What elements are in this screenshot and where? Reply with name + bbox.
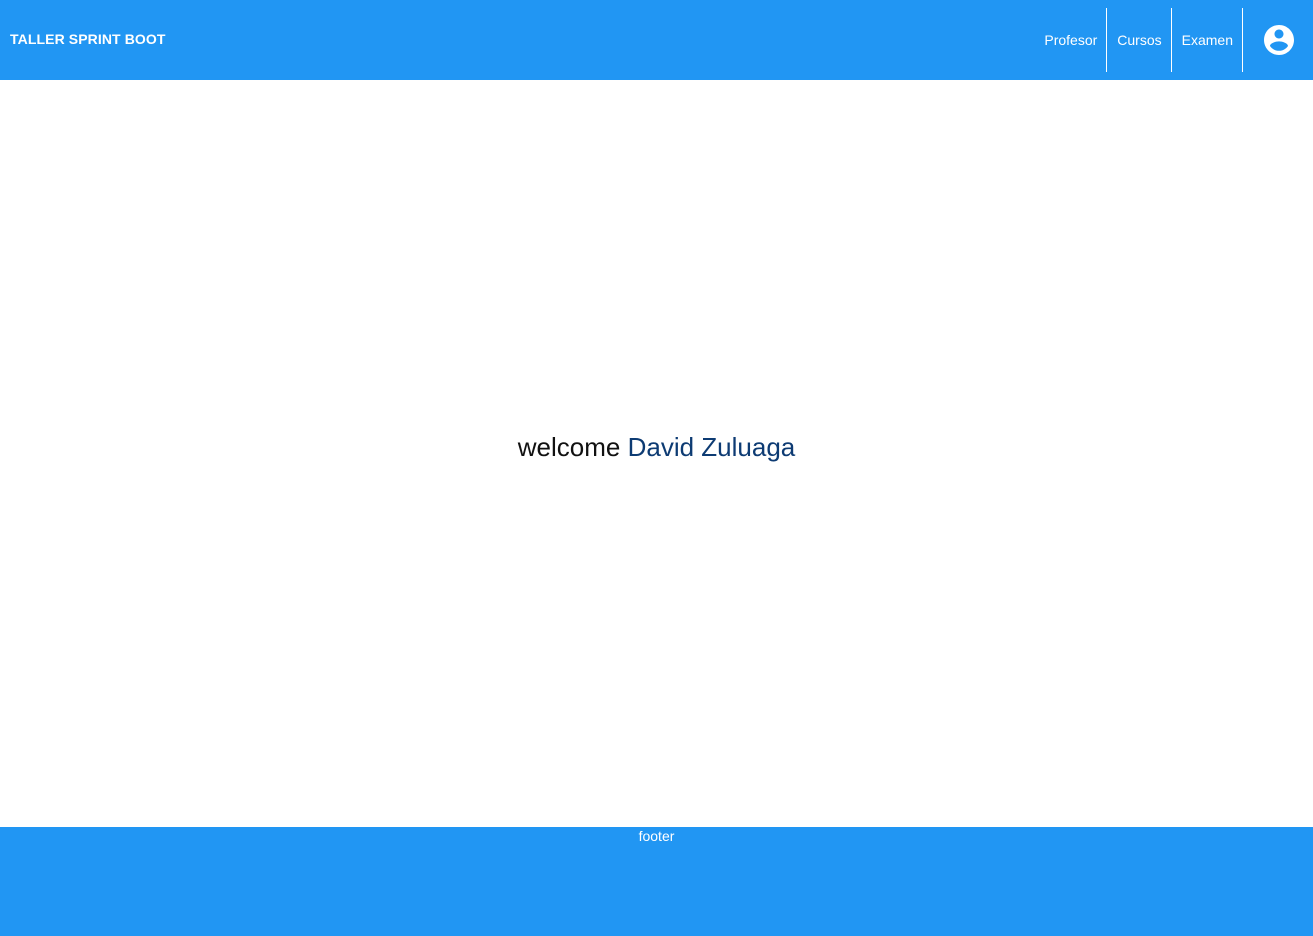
- nav-cursos[interactable]: Cursos: [1106, 8, 1170, 72]
- top-app-bar: TALLER SPRINT BOOT Profesor Cursos Exame…: [0, 0, 1313, 80]
- nav-examen[interactable]: Examen: [1170, 8, 1242, 72]
- page: TALLER SPRINT BOOT Profesor Cursos Exame…: [0, 0, 1313, 936]
- main-nav: Profesor Cursos Examen: [1034, 8, 1313, 72]
- nav-profesor[interactable]: Profesor: [1034, 8, 1106, 72]
- welcome-message: welcome David Zuluaga: [0, 432, 1313, 462]
- account-circle-icon: [1264, 25, 1294, 55]
- main-content: welcome David Zuluaga: [0, 80, 1313, 827]
- user-name: David Zuluaga: [627, 432, 796, 462]
- footer-text: footer: [638, 828, 675, 844]
- app-title: TALLER SPRINT BOOT: [10, 31, 166, 47]
- footer: footer: [0, 827, 1313, 936]
- welcome-prefix: welcome: [517, 432, 621, 462]
- account-menu-button[interactable]: [1242, 8, 1313, 72]
